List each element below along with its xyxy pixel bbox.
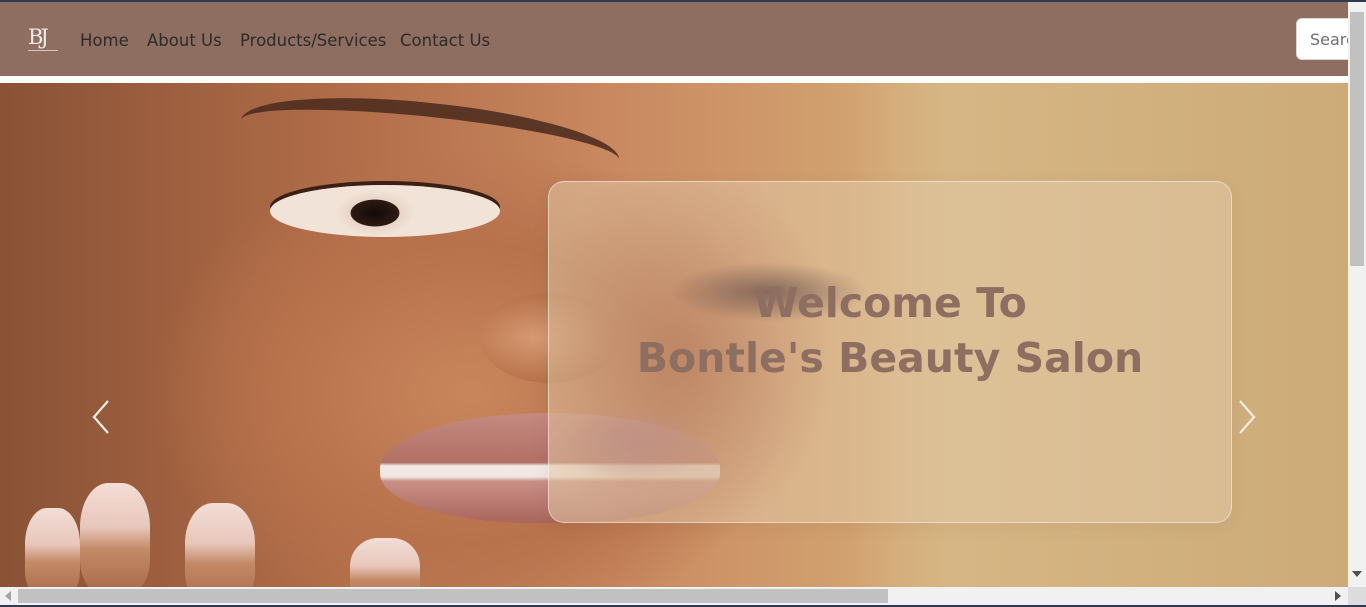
nav-link-home[interactable]: Home [80, 29, 129, 53]
hero-title-line-1: Welcome To [753, 279, 1027, 327]
face-eyebrow [237, 83, 623, 197]
hero-title-line-2: Bontle's Beauty Salon [636, 334, 1144, 382]
face-finger [350, 538, 420, 587]
vertical-scrollbar[interactable] [1348, 2, 1366, 587]
navbar-separator [0, 76, 1348, 83]
brand-logo[interactable]: BJ [26, 24, 60, 56]
carousel-prev-button[interactable] [86, 395, 116, 439]
vertical-scrollbar-thumb[interactable] [1350, 12, 1364, 266]
navbar: BJ Home About Us Products/Services Conta… [0, 2, 1366, 76]
scroll-down-arrow-icon[interactable] [1352, 571, 1362, 577]
nav-link-contact-us[interactable]: Contact Us [400, 29, 490, 53]
chevron-right-icon [1239, 400, 1256, 434]
logo-tagline [28, 50, 58, 51]
carousel-next-button[interactable] [1232, 395, 1262, 439]
nav-link-about-us[interactable]: About Us [147, 29, 222, 53]
horizontal-scrollbar[interactable] [0, 587, 1348, 605]
scrollbar-corner [1348, 587, 1366, 605]
scroll-right-arrow-icon[interactable] [1335, 591, 1341, 601]
logo-letters: BJ [28, 25, 49, 49]
nav-link-products-services[interactable]: Products/Services [240, 29, 386, 53]
face-eye [270, 185, 500, 237]
hero-carousel: Welcome To Bontle's Beauty Salon [0, 83, 1348, 587]
welcome-card: Welcome To Bontle's Beauty Salon [548, 181, 1232, 523]
chevron-left-icon [92, 400, 109, 434]
face-finger [80, 483, 150, 587]
hero-title: Welcome To Bontle's Beauty Salon [549, 276, 1231, 386]
scroll-left-arrow-icon[interactable] [5, 591, 11, 601]
face-finger [25, 508, 80, 587]
horizontal-scrollbar-thumb[interactable] [18, 589, 888, 603]
face-finger [185, 503, 255, 587]
